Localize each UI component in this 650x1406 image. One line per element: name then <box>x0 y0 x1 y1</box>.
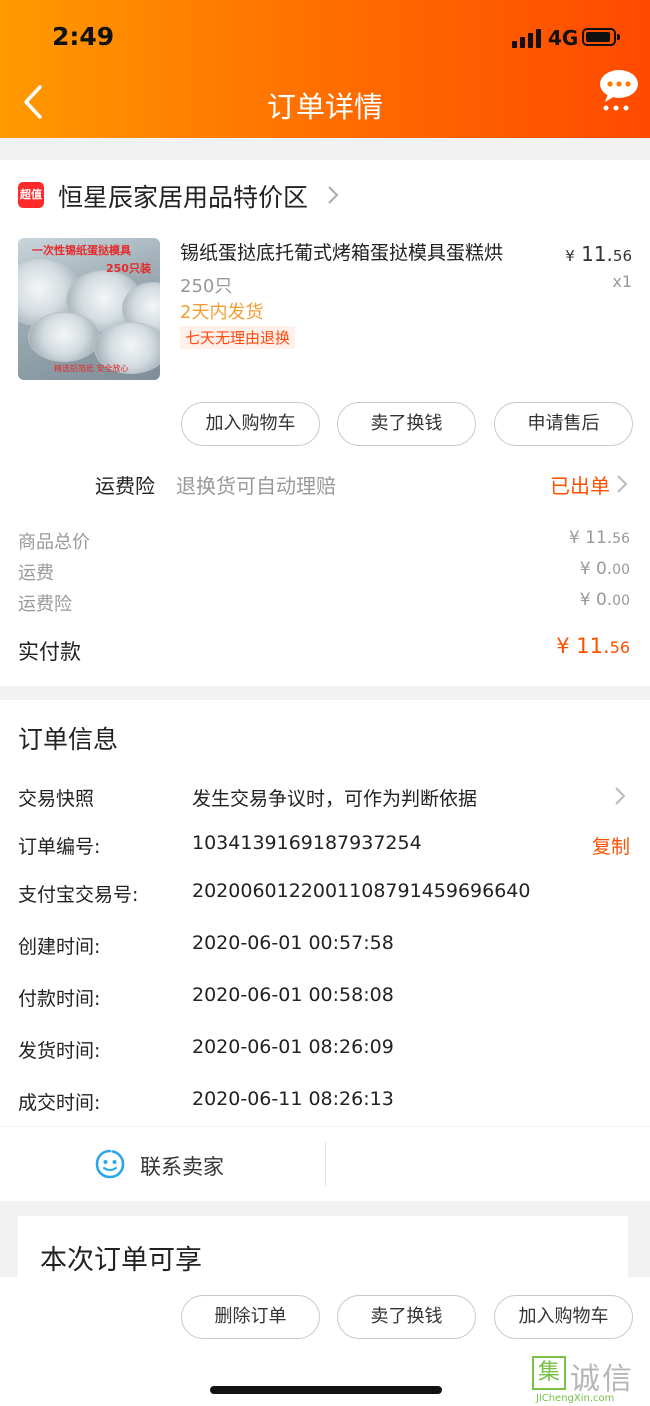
order-number: 1034139169187937254 <box>192 832 422 854</box>
home-indicator[interactable] <box>210 1386 442 1394</box>
image-caption: 250只装 <box>106 262 151 275</box>
seller-chat-icon[interactable] <box>94 1148 126 1180</box>
insurance-status[interactable]: 已出单 <box>550 470 610 499</box>
shop-name[interactable]: 恒星辰家居用品特价区 <box>58 178 308 214</box>
insurance-fee-value: ¥ 0.00 <box>579 590 630 610</box>
product-price: ¥ 11.56 <box>565 242 632 266</box>
chevron-right-icon[interactable] <box>616 474 628 494</box>
snapshot-label[interactable]: 交易快照 <box>18 784 94 811</box>
sell-button[interactable]: 卖了换钱 <box>337 1295 476 1339</box>
product-spec: 250只 <box>180 276 233 297</box>
product-quantity: x1 <box>612 272 632 291</box>
alipay-number-label: 支付宝交易号: <box>18 884 139 906</box>
subtotal-value: ¥ 11.56 <box>568 528 630 548</box>
status-time: 2:49 <box>52 22 115 51</box>
signal-icon <box>512 28 542 48</box>
paid-value: ¥ 11.56 <box>556 634 630 658</box>
paid-time: 2020-06-01 00:58:08 <box>192 984 394 1006</box>
subtotal-label: 商品总价 <box>18 532 90 553</box>
image-caption: 精选铝箔纸 安全放心 <box>54 364 129 373</box>
divider <box>325 1142 326 1186</box>
snapshot-desc[interactable]: 发生交易争议时，可作为判断依据 <box>192 784 477 811</box>
contact-seller-button[interactable]: 联系卖家 <box>140 1151 224 1181</box>
insurance-fee-label: 运费险 <box>18 594 72 615</box>
image-caption: 一次性锡纸蛋挞模具 <box>32 244 131 257</box>
chevron-right-icon[interactable] <box>326 184 340 206</box>
paid-time-label: 付款时间: <box>18 988 101 1010</box>
product-image[interactable]: 一次性锡纸蛋挞模具 250只装 精选铝箔纸 安全放心 <box>18 238 160 380</box>
copy-button[interactable]: 复制 <box>592 832 630 859</box>
alipay-number: 2020060122001108791459696640 <box>192 880 531 902</box>
add-to-cart-button[interactable]: 加入购物车 <box>181 402 320 446</box>
battery-icon <box>582 28 620 46</box>
product-title[interactable]: 锡纸蛋挞底托葡式烤箱蛋挞模具蛋糕烘 <box>180 238 503 265</box>
shop-badge: 超值 <box>18 182 44 208</box>
order-number-label: 订单编号: <box>18 836 101 858</box>
shipping-fee-label: 运费 <box>18 563 54 584</box>
chevron-right-icon[interactable] <box>614 786 626 806</box>
completed-time: 2020-06-11 08:26:13 <box>192 1088 394 1110</box>
order-info-title: 订单信息 <box>18 725 119 754</box>
insurance-desc: 退换货可自动理赔 <box>176 474 336 498</box>
shipping-note: 2天内发货 <box>180 302 264 323</box>
shipped-time-label: 发货时间: <box>18 1040 101 1062</box>
promo-title: 本次订单可享 <box>40 1245 202 1276</box>
chat-icon[interactable] <box>598 68 640 112</box>
return-policy-tag: 七天无理由退换 <box>180 326 296 349</box>
watermark-logo: 集 诚信 JiChengXin.com <box>532 1356 644 1406</box>
insurance-label: 运费险 <box>95 474 155 498</box>
created-time-label: 创建时间: <box>18 936 101 958</box>
network-label: 4G <box>548 26 579 50</box>
after-sales-button[interactable]: 申请售后 <box>494 402 633 446</box>
created-time: 2020-06-01 00:57:58 <box>192 932 394 954</box>
shipped-time: 2020-06-01 08:26:09 <box>192 1036 394 1058</box>
add-to-cart-button[interactable]: 加入购物车 <box>494 1295 633 1339</box>
sell-button[interactable]: 卖了换钱 <box>337 402 476 446</box>
page-title: 订单详情 <box>266 90 383 124</box>
completed-time-label: 成交时间: <box>18 1092 101 1114</box>
paid-label: 实付款 <box>18 640 81 664</box>
delete-order-button[interactable]: 删除订单 <box>181 1295 320 1339</box>
shipping-fee-value: ¥ 0.00 <box>579 559 630 579</box>
